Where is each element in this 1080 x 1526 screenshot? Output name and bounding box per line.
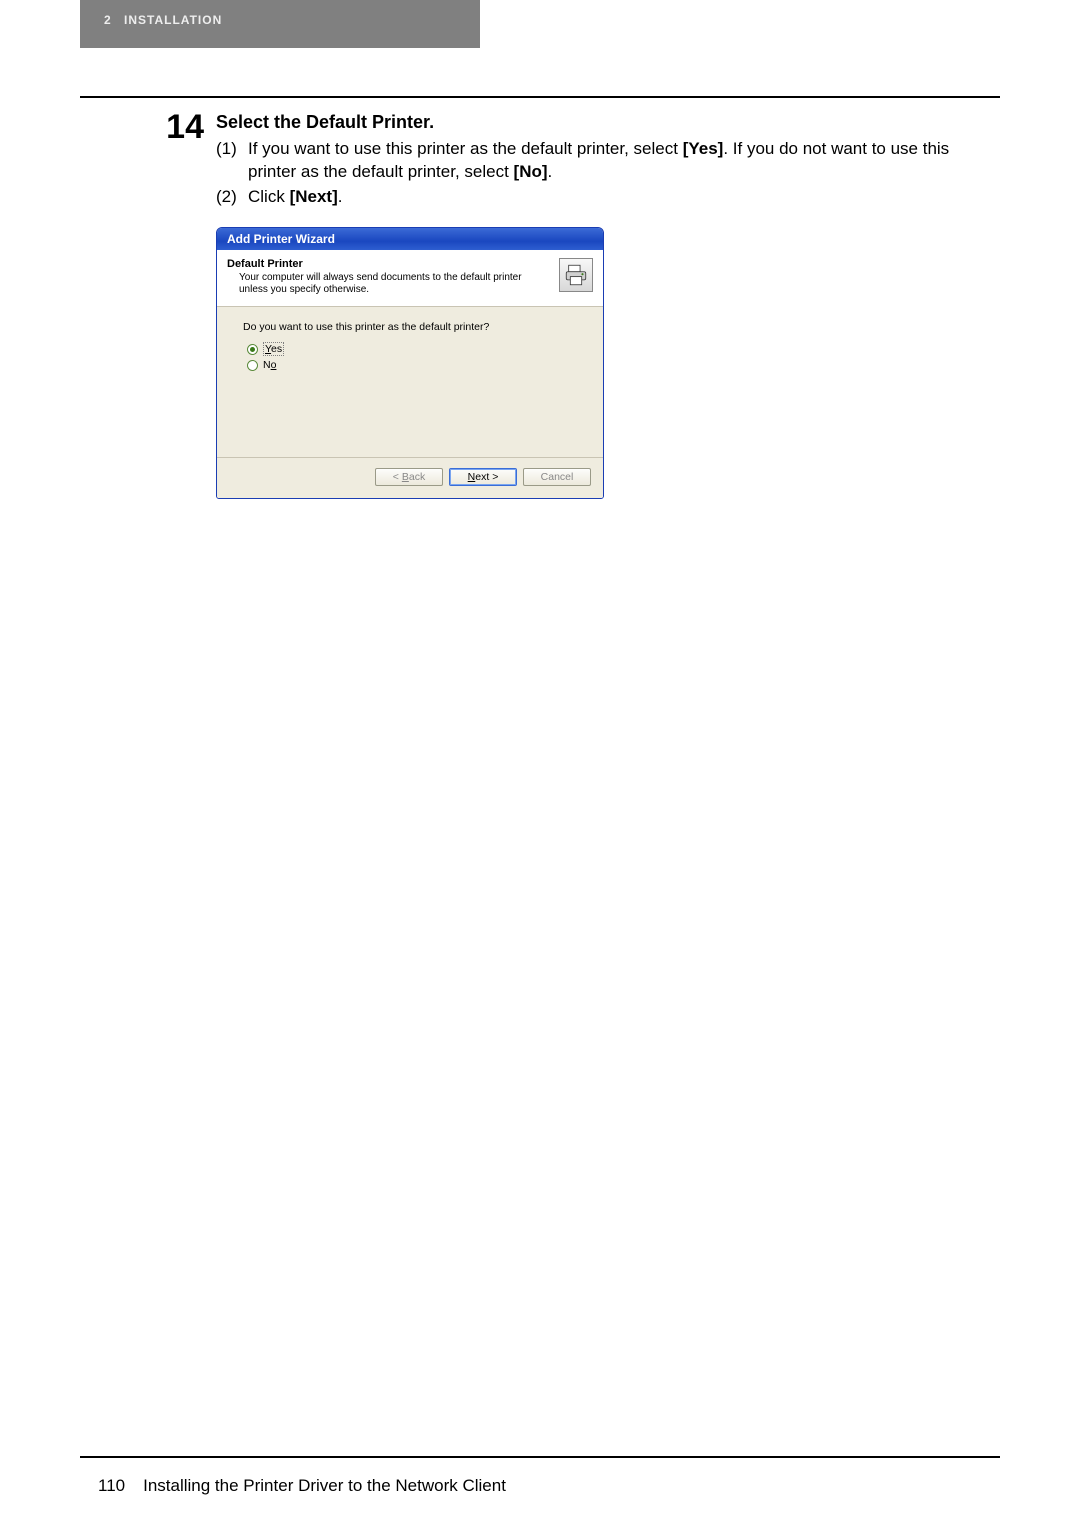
cancel-button: Cancel: [523, 468, 591, 486]
wizard-header: Default Printer Your computer will alway…: [217, 250, 603, 307]
page-footer: 110 Installing the Printer Driver to the…: [98, 1476, 1000, 1496]
step-list-item: (2) Click [Next].: [216, 186, 1000, 209]
step-number: 14: [160, 110, 204, 144]
radio-yes[interactable]: Yes: [247, 343, 579, 355]
wizard-question: Do you want to use this printer as the d…: [243, 321, 583, 333]
radio-label: Yes: [263, 343, 284, 355]
list-marker: (2): [216, 186, 242, 209]
radio-icon: [247, 344, 258, 355]
wizard-footer: < Back Next > Cancel: [217, 457, 603, 498]
list-text: If you want to use this printer as the d…: [248, 138, 1000, 184]
step-body: Select the Default Printer. (1) If you w…: [216, 110, 1000, 211]
wizard-subheading: Your computer will always send documents…: [227, 272, 551, 296]
radio-no[interactable]: No: [247, 359, 579, 371]
radio-icon: [247, 360, 258, 371]
wizard-titlebar: Add Printer Wizard: [217, 228, 603, 250]
page-number: 110: [98, 1476, 125, 1496]
divider-bottom: [80, 1456, 1000, 1458]
content-area: 14 Select the Default Printer. (1) If yo…: [160, 110, 1000, 499]
next-button[interactable]: Next >: [449, 468, 517, 486]
list-text: Click [Next].: [248, 186, 342, 209]
step-list: (1) If you want to use this printer as t…: [216, 138, 1000, 209]
footer-title: Installing the Printer Driver to the Net…: [143, 1476, 506, 1496]
step-list-item: (1) If you want to use this printer as t…: [216, 138, 1000, 184]
radio-label: No: [263, 359, 276, 371]
wizard-body: Do you want to use this printer as the d…: [217, 307, 603, 457]
printer-icon: [559, 258, 593, 292]
chapter-number: 2: [104, 13, 112, 27]
chapter-header: 2 INSTALLATION: [80, 0, 480, 48]
divider-top: [80, 96, 1000, 98]
step-title: Select the Default Printer.: [216, 110, 1000, 134]
chapter-title: INSTALLATION: [124, 13, 222, 27]
wizard-dialog: Add Printer Wizard Default Printer Your …: [216, 227, 604, 499]
list-marker: (1): [216, 138, 242, 184]
back-button: < Back: [375, 468, 443, 486]
wizard-heading: Default Printer: [227, 258, 551, 270]
step-block: 14 Select the Default Printer. (1) If yo…: [160, 110, 1000, 211]
radio-yes-rest: es: [271, 343, 282, 355]
wizard-header-text: Default Printer Your computer will alway…: [227, 258, 551, 296]
